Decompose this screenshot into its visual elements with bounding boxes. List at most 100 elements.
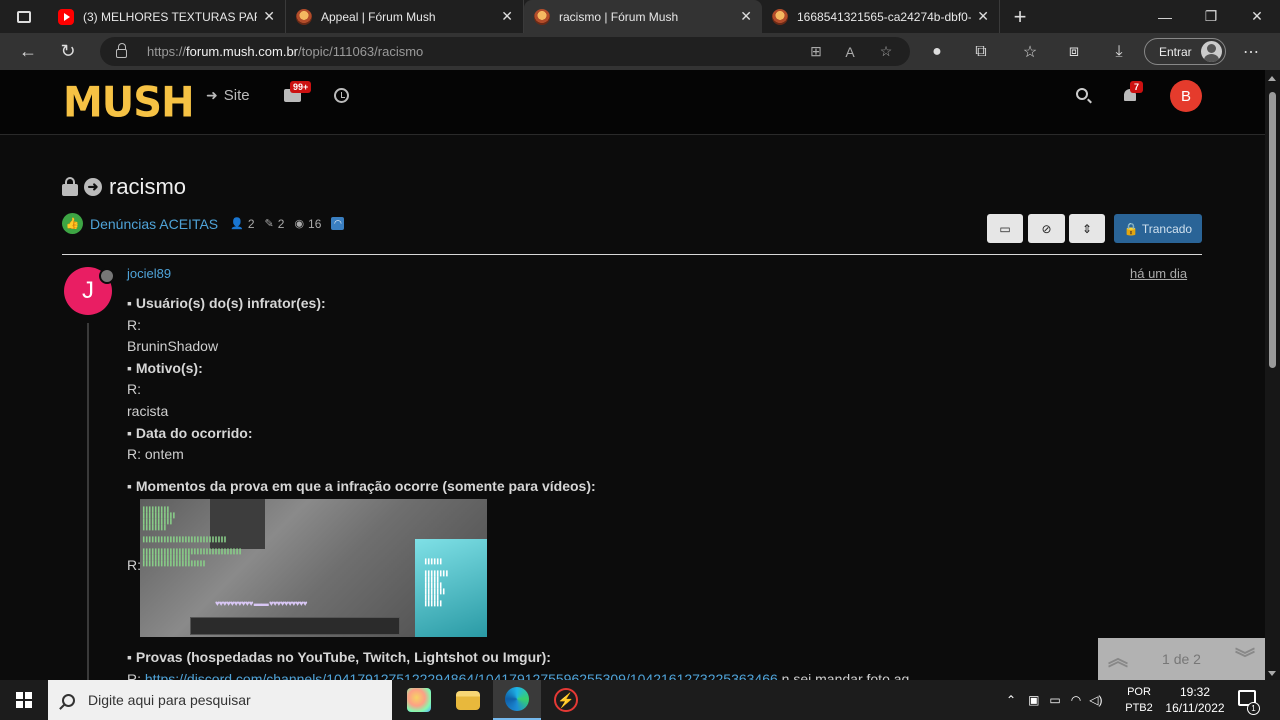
chevron-up-icon[interactable]: ⌃ xyxy=(1006,693,1016,707)
post-line: ▪ Provas (hospedadas no YouTube, Twitch,… xyxy=(127,649,551,666)
post-line: racista xyxy=(127,402,169,419)
taskbar-app-paint[interactable] xyxy=(395,680,443,720)
tab-actions-icon xyxy=(17,10,31,23)
tab-title: racismo | Fórum Mush xyxy=(559,9,679,24)
extension-icon[interactable]: ● xyxy=(918,33,956,70)
posts-count: ✎ 2 xyxy=(264,216,285,231)
sign-out-icon: ➜ xyxy=(206,87,218,103)
thread-line xyxy=(87,323,89,680)
browser-tab-racismo[interactable]: racismo | Fórum Mush ✕ xyxy=(524,0,762,33)
lightning-icon: ⚡ xyxy=(554,688,578,712)
chevrons-up-icon[interactable]: ︽ xyxy=(1108,649,1128,669)
sort-button[interactable]: ⇕ xyxy=(1069,214,1105,243)
extensions-icon[interactable]: ⧉ xyxy=(962,33,1000,70)
offline-status-icon xyxy=(99,268,115,284)
back-button[interactable]: ← xyxy=(8,33,48,70)
user-icon: 👤 xyxy=(230,218,244,230)
locked-label: Trancado xyxy=(1141,221,1193,236)
search-icon[interactable] xyxy=(1076,88,1088,100)
post-line: ▪ Momentos da prova em que a infração oc… xyxy=(127,477,596,494)
close-window-button[interactable]: ✕ xyxy=(1234,0,1280,33)
scroll-down-icon[interactable] xyxy=(1268,671,1276,676)
evidence-screenshot[interactable]: ▌▌▌▌▌▌▌▌▌ ▌▌▌▌▌▌▌▌▌▌▌ ▌▌▌▌▌▌▌▌▌▌ ▌▌▌▌▌▌▌… xyxy=(140,499,487,638)
category-link[interactable]: Denúncias ACEITAS xyxy=(90,216,218,232)
scroll-up-icon[interactable] xyxy=(1268,76,1276,81)
lock-icon: 🔒 xyxy=(1123,221,1139,236)
taskbar-app-launcher[interactable]: ⚡ xyxy=(542,680,590,720)
page-content: MUSH ➜ Site 99+ 7 B ➜ racismo 👍 Denúncia… xyxy=(0,70,1265,680)
post-author[interactable]: jociel89 xyxy=(127,266,171,281)
downloads-icon[interactable]: ⤓ xyxy=(1100,33,1138,70)
read-aloud-icon[interactable]: A xyxy=(834,37,866,66)
add-favorite-icon[interactable]: ☆ xyxy=(870,37,902,66)
taskbar-search[interactable]: Digite aqui para pesquisar xyxy=(48,680,392,720)
lock-icon xyxy=(116,43,127,58)
tab-actions-button[interactable] xyxy=(0,0,48,33)
taskbar-clock[interactable]: 19:32 16/11/2022 xyxy=(1162,684,1228,716)
meet-now-icon[interactable]: ▣ xyxy=(1028,693,1039,707)
inbox-badge: 99+ xyxy=(290,81,312,93)
address-bar[interactable]: https://forum.mush.com.br/topic/111063/r… xyxy=(100,37,910,66)
site-link[interactable]: ➜ Site xyxy=(206,87,250,104)
post-line: R: xyxy=(127,557,141,574)
browser-tab-image[interactable]: 1668541321565-ca24274b-dbf0-4 ✕ xyxy=(762,0,1000,33)
settings-menu-icon[interactable]: ⋯ xyxy=(1232,33,1270,70)
close-tab-icon[interactable]: ✕ xyxy=(501,8,513,25)
watch-button[interactable]: ▭ xyxy=(987,214,1023,243)
windows-taskbar: Digite aqui para pesquisar ⚡ ⌃ ▣ ▭ ◠ ◁) … xyxy=(0,680,1280,720)
edge-icon xyxy=(505,687,529,711)
input-language[interactable]: POR PTB2 xyxy=(1124,684,1154,716)
topic-meta: 👍 Denúncias ACEITAS 👤 2 ✎ 2 ◉ 16 ◠ xyxy=(62,213,345,234)
post-line: R: ontem xyxy=(127,446,184,463)
close-tab-icon[interactable]: ✕ xyxy=(740,8,752,25)
user-avatar[interactable]: B xyxy=(1170,80,1202,112)
pagination-widget[interactable]: ︽ 1 de 2 ︾ xyxy=(1098,638,1265,680)
app-available-icon[interactable]: ⊞ xyxy=(800,37,832,66)
battery-icon[interactable]: ▭ xyxy=(1049,693,1060,707)
mush-icon xyxy=(772,8,788,25)
minimize-button[interactable]: — xyxy=(1142,0,1188,33)
scrollbar-thumb[interactable] xyxy=(1269,92,1276,368)
post-body: ▪ Usuário(s) do(s) infrator(es): R: Brun… xyxy=(127,293,1197,680)
evidence-link[interactable]: https://discord.com/channels/10417912751… xyxy=(145,671,778,680)
tab-title: (3) MELHORES TEXTURAS PARA A xyxy=(83,9,257,24)
ignore-button[interactable]: ⊘ xyxy=(1028,214,1065,243)
tab-title: 1668541321565-ca24274b-dbf0-4 xyxy=(797,9,972,24)
chevrons-down-icon[interactable]: ︾ xyxy=(1235,649,1255,669)
refresh-button[interactable]: ↻ xyxy=(48,33,88,70)
taskbar-app-edge[interactable] xyxy=(493,680,541,720)
volume-icon[interactable]: ◁) xyxy=(1089,693,1102,707)
post-timestamp[interactable]: há um dia xyxy=(1130,266,1187,281)
start-button[interactable] xyxy=(0,680,48,720)
topic-title-text: racismo xyxy=(109,174,187,199)
rss-icon[interactable]: ◠ xyxy=(331,217,345,230)
close-tab-icon[interactable]: ✕ xyxy=(263,8,275,25)
post-line: ▪ Motivo(s): xyxy=(127,359,203,376)
topic-title: ➜ racismo xyxy=(62,174,186,200)
site-link-label: Site xyxy=(223,87,250,104)
site-logo[interactable]: MUSH xyxy=(63,79,195,127)
profile-signin-button[interactable]: Entrar xyxy=(1144,38,1226,65)
thumbs-up-icon: 👍 xyxy=(62,213,83,234)
eye-icon: ◉ xyxy=(294,218,305,230)
close-tab-icon[interactable]: ✕ xyxy=(977,8,989,25)
favorites-icon[interactable]: ☆ xyxy=(1011,33,1049,70)
moved-arrow-icon: ➜ xyxy=(84,178,102,196)
posters-count: 👤 2 xyxy=(230,216,255,231)
browser-tab-youtube[interactable]: (3) MELHORES TEXTURAS PARA A ✕ xyxy=(48,0,286,33)
post-line: ▪ Usuário(s) do(s) infrator(es): xyxy=(127,295,326,311)
recent-icon[interactable] xyxy=(334,88,349,103)
system-tray: ⌃ ▣ ▭ ◠ ◁) xyxy=(1006,680,1102,720)
wifi-icon[interactable]: ◠ xyxy=(1071,693,1081,707)
search-placeholder: Digite aqui para pesquisar xyxy=(88,692,251,708)
taskbar-app-explorer[interactable] xyxy=(444,680,492,720)
collections-icon[interactable]: ⧈ xyxy=(1055,33,1093,70)
locked-button[interactable]: 🔒 Trancado xyxy=(1114,214,1202,243)
browser-tab-appeal[interactable]: Appeal | Fórum Mush ✕ xyxy=(286,0,524,33)
page-scrollbar[interactable] xyxy=(1265,70,1280,680)
restore-button[interactable]: ❐ xyxy=(1188,0,1234,33)
signin-label: Entrar xyxy=(1159,44,1192,59)
tab-title: Appeal | Fórum Mush xyxy=(321,9,436,24)
new-tab-button[interactable]: + xyxy=(1000,0,1040,33)
url-text: https://forum.mush.com.br/topic/111063/r… xyxy=(147,44,424,59)
